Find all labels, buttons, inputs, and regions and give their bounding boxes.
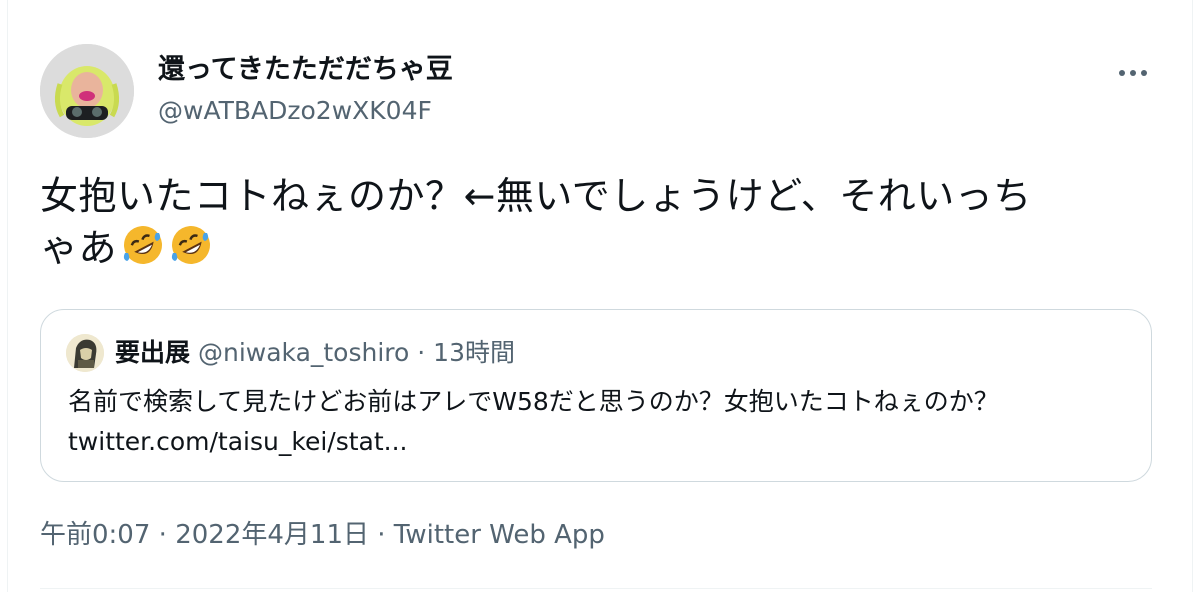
tweet-text-line: 女抱いたコトねぇのか？←無いでしょうけど、それいっち [40,174,1032,218]
tweet-timestamp-row: 午前0:07 · 2022年4月11日 · Twitter Web App [40,518,605,552]
quoted-author-meta: @niwaka_toshiro · 13時間 [197,338,515,367]
author-avatar[interactable] [40,44,134,138]
quoted-author-name: 要出展 [115,338,191,367]
tweet-date[interactable]: 2022年4月11日 [175,520,369,550]
quoted-tweet-text-line: 名前で検索して見たけどお前はアレでW58だと思うのか？女抱いたコトねぇのか？ [68,387,999,416]
tweet-time[interactable]: 午前0:07 [40,520,150,550]
tweet-text-line: ゃあ [40,222,1150,274]
rolling-on-floor-laughing-emoji [171,226,211,264]
quoted-author-avatar [66,334,104,372]
tweet-text: 女抱いたコトねぇのか？←無いでしょうけど、それいっち ゃあ [40,170,1150,274]
bottom-divider [40,588,1152,589]
right-border [1192,0,1193,592]
tweet-source[interactable]: Twitter Web App [394,520,605,550]
left-border [7,0,8,592]
tweet-text-fragment: ゃあ [40,226,118,270]
more-horizontal-icon [1141,70,1147,76]
author-display-name[interactable]: 還ってきたただだちゃ豆 [158,52,453,88]
separator-dot: · [368,520,394,550]
avatar-image [40,44,134,138]
separator-dot: · [150,520,176,550]
quoted-tweet-header: 要出展 @niwaka_toshiro · 13時間 [115,336,515,370]
more-horizontal-icon [1130,70,1136,76]
quoted-tweet-link[interactable]: twitter.com/taisu_kei/stat... [68,422,1138,462]
quoted-avatar-image [66,334,104,372]
quoted-tweet-card[interactable]: 要出展 @niwaka_toshiro · 13時間 名前で検索して見たけどお前… [40,309,1152,482]
more-options-button[interactable] [1113,58,1153,88]
quoted-tweet-text: 名前で検索して見たけどお前はアレでW58だと思うのか？女抱いたコトねぇのか？ t… [68,382,1138,462]
author-handle[interactable]: @wATBADzo2wXK04F [158,94,432,128]
rolling-on-floor-laughing-emoji [123,226,163,264]
more-horizontal-icon [1119,70,1125,76]
